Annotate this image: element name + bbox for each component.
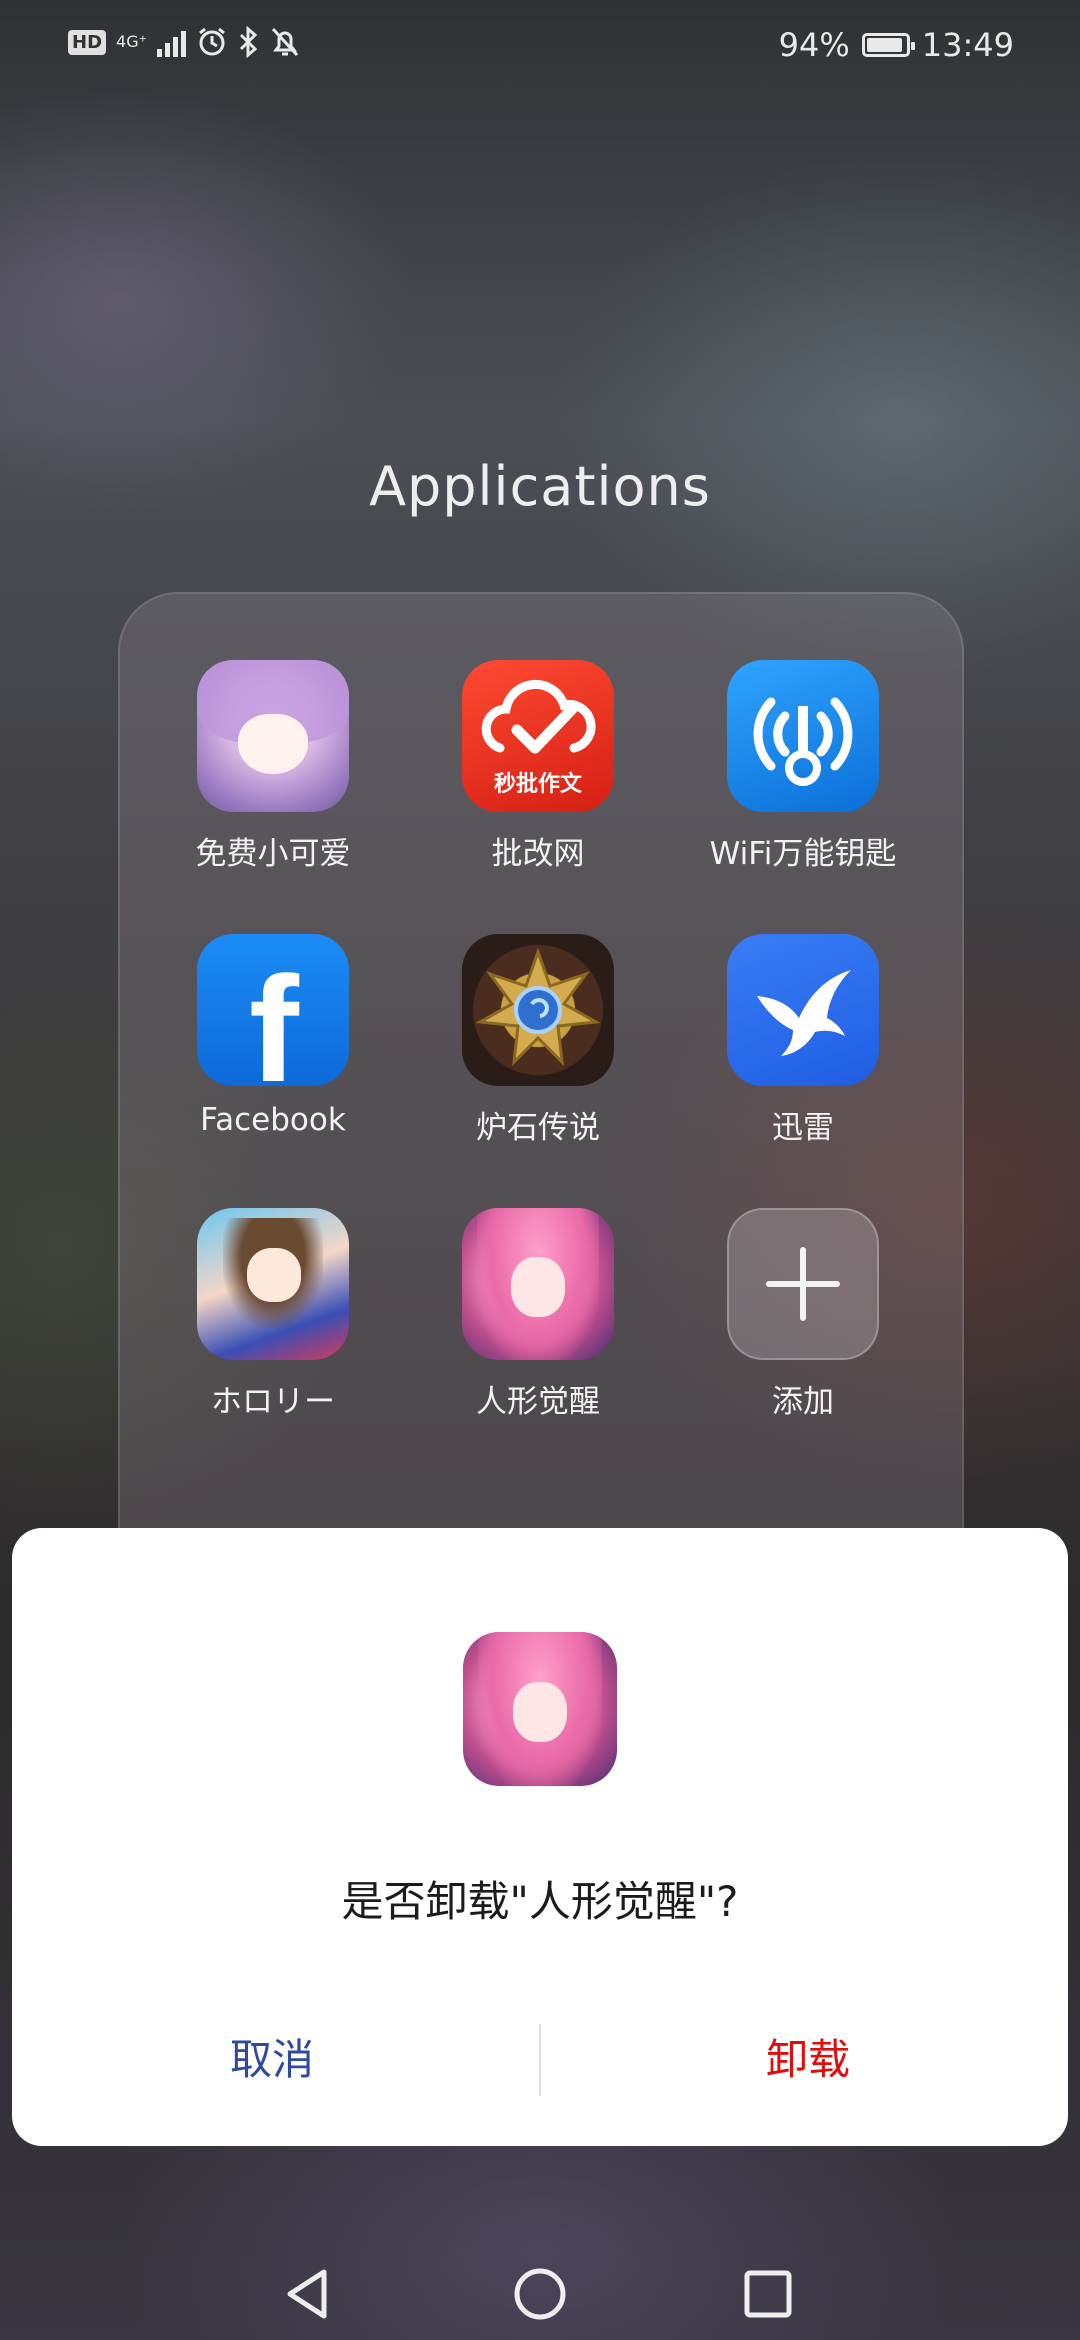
add-app-button[interactable]: 添加	[673, 1208, 933, 1421]
face-shape	[247, 1248, 301, 1302]
cancel-button[interactable]: 取消	[12, 2008, 532, 2112]
wifi-key-shape	[753, 697, 853, 786]
app-label: 人形觉醒	[476, 1384, 600, 1420]
battery-percent: 94%	[778, 26, 850, 64]
xunlei-bird-icon	[727, 934, 879, 1086]
app-renxing-juexing[interactable]: 人形觉醒	[408, 1208, 668, 1421]
hearthstone-emblem	[475, 947, 601, 1067]
dialog-message: 是否卸载"人形觉醒"?	[341, 1877, 739, 1926]
face-shape	[511, 1257, 565, 1318]
status-icons-right: 94% 13:49	[779, 26, 1014, 64]
app-label: 炉石传说	[476, 1110, 600, 1146]
signal-strength-icon	[157, 27, 187, 57]
hearthstone-icon	[462, 934, 614, 1086]
notifications-muted-icon	[271, 27, 299, 57]
app-hololive[interactable]: ホロリー	[143, 1208, 403, 1421]
uninstall-button[interactable]: 卸载	[548, 2008, 1068, 2112]
face-shape	[238, 713, 308, 774]
app-facebook[interactable]: f Facebook	[143, 934, 403, 1138]
app-label: 添加	[772, 1384, 834, 1420]
app-label: 免费小可爱	[195, 836, 351, 872]
network-type-label: 4G⁺	[116, 32, 148, 51]
back-button[interactable]	[268, 2254, 348, 2334]
facebook-f-glyph: f	[249, 945, 299, 1086]
status-bar: HD 4G⁺ 94% 13:49	[0, 0, 1080, 90]
face-shape	[513, 1682, 567, 1743]
app-hearthstone[interactable]: 炉石传说	[408, 934, 668, 1147]
recents-square-icon	[744, 2270, 792, 2318]
recents-button[interactable]	[728, 2254, 808, 2334]
navigation-bar	[0, 2240, 1080, 2340]
back-triangle-icon	[287, 2269, 327, 2319]
hololive-girl-icon	[197, 1208, 349, 1360]
renxing-girl-icon	[463, 1632, 617, 1786]
plus-shape	[766, 1247, 840, 1321]
app-pigai[interactable]: 秒批作文 批改网	[408, 660, 668, 873]
home-circle-icon	[514, 2268, 566, 2320]
anime-girl-icon	[197, 660, 349, 812]
app-label: 批改网	[491, 836, 585, 872]
app-wifi-key[interactable]: WiFi万能钥匙	[673, 660, 933, 873]
battery-icon	[861, 33, 915, 57]
app-xunlei[interactable]: 迅雷	[673, 934, 933, 1147]
home-button[interactable]	[500, 2254, 580, 2334]
app-label: ホロリー	[211, 1384, 335, 1420]
app-mianfei-xiaokeai[interactable]: 免费小可爱	[143, 660, 403, 873]
uninstall-dialog: 是否卸载"人形觉醒"? 取消 卸载	[12, 1528, 1068, 2146]
app-label: WiFi万能钥匙	[709, 836, 897, 872]
renxing-girl-icon	[462, 1208, 614, 1360]
clock: 13:49	[921, 26, 1014, 64]
pigai-icon-text: 秒批作文	[493, 772, 582, 797]
facebook-icon: f	[197, 934, 349, 1086]
app-label: 迅雷	[772, 1110, 834, 1146]
folder-title[interactable]: Applications	[0, 455, 1080, 518]
pigai-cloud-check-icon: 秒批作文	[462, 660, 614, 812]
status-icons-left: HD 4G⁺	[68, 26, 300, 58]
bluetooth-icon	[239, 26, 258, 58]
alarm-icon	[199, 27, 225, 56]
hd-voice-icon: HD	[68, 29, 107, 55]
plus-icon	[727, 1208, 879, 1360]
app-label: Facebook	[200, 1102, 346, 1138]
battery-fill	[866, 38, 903, 52]
bird-shape	[757, 970, 851, 1056]
wifi-key-icon	[727, 660, 879, 812]
button-divider	[539, 2024, 541, 2096]
